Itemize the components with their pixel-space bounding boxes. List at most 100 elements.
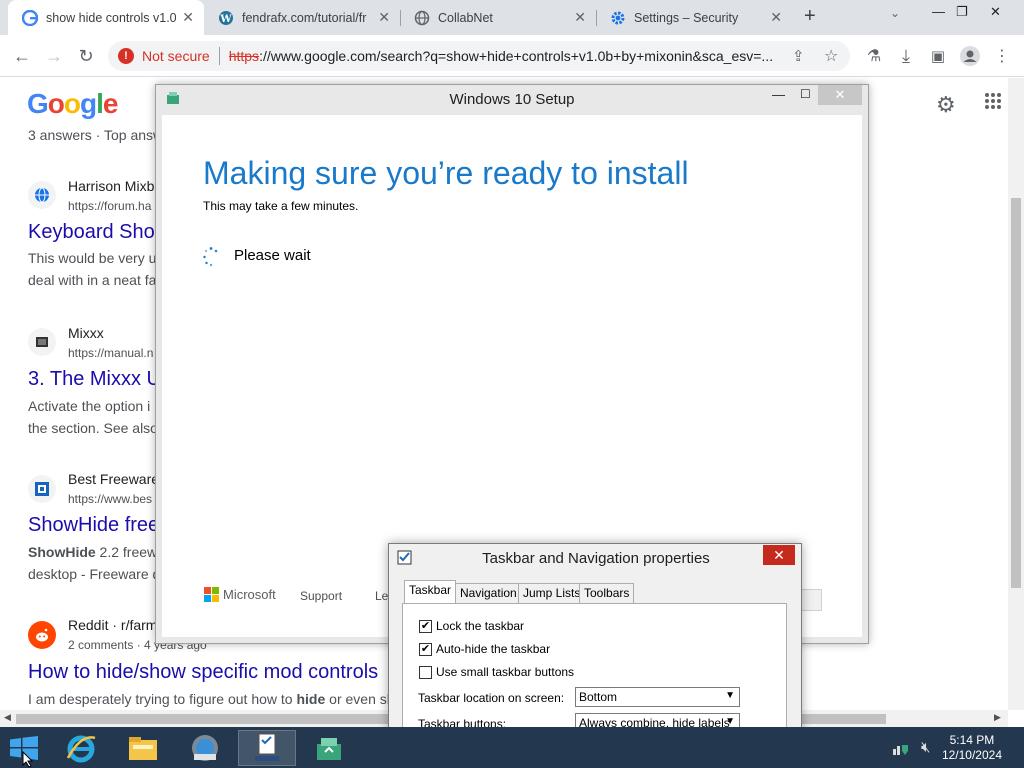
setup-titlebar[interactable]: Windows 10 Setup — ☐ ✕ [156, 85, 868, 113]
side-panel-icon[interactable]: ▣ [926, 44, 950, 68]
legal-link[interactable]: Le [375, 589, 388, 603]
back-icon[interactable]: ← [10, 44, 34, 68]
mixxx-favicon-icon [28, 328, 56, 356]
result-source: Best Freeware [68, 471, 160, 487]
result-snippet: desktop - Freeware d [28, 566, 161, 582]
tab-taskbar[interactable]: Taskbar [404, 580, 457, 604]
close-icon[interactable]: ✕ [574, 9, 586, 26]
tab-navigation[interactable]: Navigation [455, 583, 522, 603]
loading-spinner-icon [203, 247, 219, 267]
gear-icon [610, 10, 626, 26]
setup-subtext: This may take a few minutes. [203, 199, 359, 213]
chevron-down-icon: ▼ [725, 716, 735, 727]
vertical-scrollbar[interactable] [1008, 78, 1024, 710]
not-secure-label[interactable]: Not secure [142, 48, 210, 64]
tab-title: fendrafx.com/tutorial/fr [242, 10, 367, 25]
mouse-cursor-icon [22, 750, 34, 768]
scroll-left-icon[interactable]: ◀ [4, 712, 11, 723]
result-snippet: deal with in a neat fa [28, 272, 157, 288]
forward-icon[interactable]: → [42, 44, 66, 68]
share-icon[interactable]: ⇪ [792, 47, 805, 65]
bookmark-star-icon[interactable]: ☆ [824, 46, 838, 66]
restore-icon[interactable]: ❐ [956, 4, 968, 20]
control-panel-globe-icon[interactable] [176, 730, 234, 766]
result-source: Mixxx [68, 325, 104, 341]
tab-search-icon[interactable]: ⌄ [890, 6, 900, 20]
tab-jump-lists[interactable]: Jump Lists [518, 583, 586, 603]
menu-icon[interactable]: ⋮ [990, 44, 1014, 68]
dialog-title: Taskbar and Navigation properties [482, 550, 710, 567]
result-url: https://forum.ha [68, 199, 152, 213]
checkbox-checked-icon: ✔ [419, 619, 432, 633]
result-snippet: Activate the option i [28, 398, 151, 414]
support-link[interactable]: Support [300, 589, 342, 603]
result-title[interactable]: How to hide/show specific mod controls [28, 661, 378, 684]
result-snippet: This would be very u [28, 250, 157, 266]
reddit-favicon-icon [28, 621, 56, 649]
network-shield-icon[interactable] [892, 739, 910, 760]
new-tab-icon[interactable]: + [804, 5, 816, 28]
tab-fendrafx[interactable]: W fendrafx.com/tutorial/fr ✕ [204, 0, 400, 35]
location-select[interactable]: Bottom ▼ [575, 687, 740, 707]
maximize-icon[interactable]: ☐ [800, 87, 811, 101]
dialog-close-button[interactable]: ✕ [763, 545, 795, 565]
address-bar[interactable]: ! Not secure https://www.google.com/sear… [108, 41, 850, 71]
download-icon[interactable]: ⤓ [894, 44, 918, 68]
internet-explorer-icon[interactable] [52, 730, 110, 766]
settings-gear-icon[interactable]: ⚙ [936, 92, 956, 118]
url-text[interactable]: https://www.google.com/search?q=show+hid… [229, 48, 784, 64]
close-icon[interactable]: ✕ [182, 9, 194, 26]
reload-icon[interactable]: ↻ [74, 44, 98, 68]
tab-settings-security[interactable]: Settings – Security ✕ [596, 0, 792, 35]
globe-favicon-icon [28, 181, 56, 209]
google-doodle-logo[interactable]: Google [27, 88, 118, 120]
close-icon[interactable]: ✕ [378, 9, 390, 26]
tab-title: show hide controls v1.0b [46, 10, 176, 25]
small-buttons-checkbox[interactable]: Use small taskbar buttons [419, 665, 574, 679]
extensions-icon[interactable]: ⚗ [862, 44, 886, 68]
setup-window-title: Windows 10 Setup [449, 91, 575, 108]
lock-taskbar-checkbox[interactable]: ✔ Lock the taskbar [419, 619, 524, 633]
scroll-thumb[interactable] [1011, 198, 1021, 588]
windows-setup-app-icon[interactable] [300, 730, 358, 766]
file-explorer-icon[interactable] [114, 730, 172, 766]
result-title[interactable]: 3. The Mixxx U [28, 368, 161, 391]
result-url: https://www.bes [68, 492, 153, 506]
microsoft-logo: Microsoft [204, 587, 276, 602]
tab-toolbars[interactable]: Toolbars [579, 583, 635, 603]
taskbar-properties-app-icon[interactable] [238, 730, 296, 766]
chevron-down-icon: ▼ [725, 690, 735, 701]
checkbox-checked-icon: ✔ [419, 642, 432, 656]
setup-heading: Making sure you’re ready to install [203, 155, 689, 191]
browser-toolbar: ← → ↻ ! Not secure https://www.google.co… [0, 35, 1024, 77]
close-window-icon[interactable]: ✕ [990, 4, 1001, 20]
scroll-right-icon[interactable]: ▶ [994, 712, 1001, 723]
minimize-icon[interactable]: — [772, 87, 785, 102]
profile-avatar-icon[interactable] [958, 44, 982, 68]
result-source: Reddit · r/farm [68, 617, 158, 633]
auto-hide-checkbox[interactable]: ✔ Auto-hide the taskbar [419, 642, 550, 656]
minimize-icon[interactable]: — [932, 4, 945, 19]
result-title[interactable]: ShowHide free [28, 514, 159, 537]
bestfreeware-favicon-icon [28, 475, 56, 503]
tab-collabnet[interactable]: CollabNet ✕ [400, 0, 596, 35]
answers-count: 3 answers · Top answ [28, 127, 164, 143]
location-label: Taskbar location on screen: [418, 691, 565, 705]
tab-google-search[interactable]: show hide controls v1.0b ✕ [8, 0, 204, 35]
not-secure-icon: ! [118, 48, 134, 64]
close-icon[interactable]: ✕ [770, 9, 782, 26]
microsoft-icon [204, 587, 219, 602]
apps-grid-icon[interactable] [984, 92, 1002, 113]
windows-taskbar: 🔇︎ 5:14 PM 12/10/2024 [0, 727, 1024, 768]
result-title[interactable]: Keyboard Shor [28, 221, 161, 244]
result-url: https://manual.n [68, 346, 154, 360]
system-clock[interactable]: 5:14 PM 12/10/2024 [942, 733, 1002, 763]
result-snippet: I am desperately trying to figure out ho… [28, 691, 395, 707]
wordpress-icon: W [218, 10, 234, 26]
volume-muted-icon[interactable]: 🔇︎ [921, 739, 930, 756]
globe-icon [414, 10, 430, 26]
google-icon [22, 9, 38, 26]
setup-close-button[interactable]: ✕ [818, 85, 862, 105]
svg-text:W: W [219, 14, 232, 25]
result-snippet: ShowHide 2.2 freew [28, 544, 158, 560]
